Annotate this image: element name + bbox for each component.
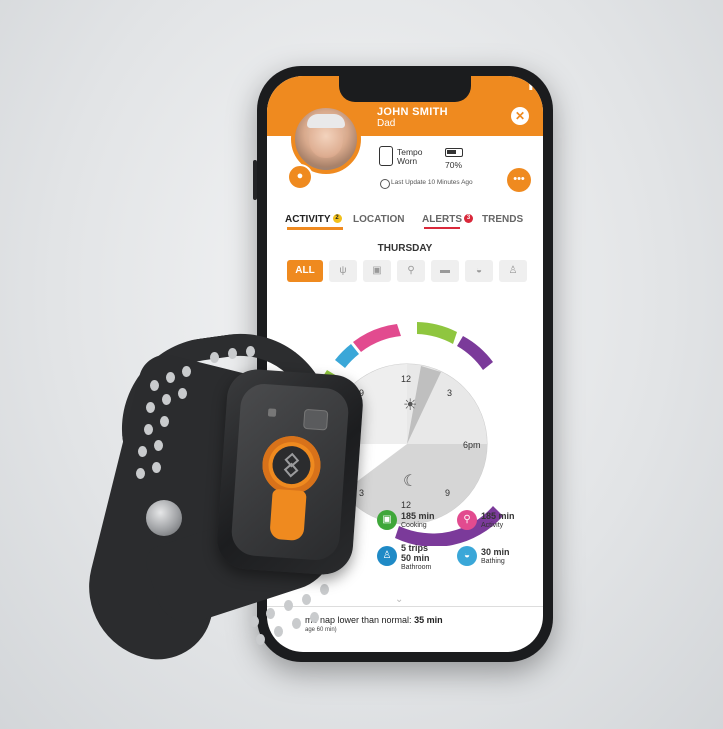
stat-cooking-label: Cooking <box>401 522 427 529</box>
tab-location[interactable]: LOCATION <box>353 214 404 225</box>
dial-segment-sleep-evening <box>457 336 493 370</box>
clock-icon <box>380 179 390 189</box>
chat-icon[interactable]: ••• <box>507 168 531 192</box>
tab-alerts-label: ALERTS <box>422 214 462 225</box>
dial-hour-6pm: 6pm <box>463 440 481 450</box>
dial-hour-12-top: 12 <box>401 374 411 384</box>
tab-activity[interactable]: ACTIVITY 2 <box>285 214 342 225</box>
dial-hour-9-bottom: 9 <box>445 488 450 498</box>
tab-trends[interactable]: TRENDS <box>482 214 523 225</box>
bathroom-icon: ♙ <box>377 546 397 566</box>
dial-hour-12-bottom: 12 <box>401 500 411 510</box>
bathing-icon: ◒ <box>457 546 477 566</box>
profile-name: JOHN SMITH <box>377 106 448 118</box>
filter-bar: ALL ψ ▣ ⚲ ▬ ◒ ♙ <box>281 260 531 284</box>
insight-subtext: age 60 min) <box>305 627 337 633</box>
tab-activity-badge: 2 <box>332 214 342 223</box>
sun-icon: ☀ <box>403 397 417 414</box>
moon-icon: ☾ <box>403 473 417 490</box>
close-icon[interactable]: ✕ <box>511 107 529 125</box>
stat-cooking: 185 min Cooking <box>401 512 435 530</box>
insight-value: 35 min <box>414 615 443 625</box>
stat-cooking-value: 185 min <box>401 511 435 521</box>
activity-icon: ⚲ <box>457 510 477 530</box>
tab-activity-label: ACTIVITY <box>285 214 331 225</box>
filter-sleep-icon[interactable]: ▬ <box>431 260 459 282</box>
tracker-sensor <box>303 408 329 431</box>
tracker-device <box>215 367 365 577</box>
stat-activity-label: Activity <box>481 522 504 529</box>
stat-activity-value: 185 min <box>481 511 515 521</box>
status-icon: ▮ <box>528 82 533 91</box>
stat-bathroom: 5 trips 50 min Bathroom <box>401 544 431 572</box>
stat-bathroom-label: Bathroom <box>401 564 432 571</box>
stat-activity: 185 min Activity <box>481 512 515 530</box>
tab-alerts-underline <box>424 227 460 229</box>
wristband-stud <box>146 500 182 536</box>
dial-segment-bathroom <box>335 344 359 368</box>
stat-bathroom-minutes: 50 min <box>401 553 430 563</box>
phone-notch <box>339 76 471 102</box>
tracker-led <box>267 408 277 417</box>
device-worn: Worn <box>397 156 418 166</box>
stat-bathing-label: Bathing <box>481 558 505 565</box>
tab-activity-underline <box>287 227 343 230</box>
filter-toilet-icon[interactable]: ♙ <box>499 260 527 282</box>
device-status: Tempo Worn <box>397 148 423 166</box>
battery-level: 70% <box>445 160 463 170</box>
insight-text: me nap lower than normal: 35 min <box>305 615 443 625</box>
day-title: THURSDAY <box>377 243 433 254</box>
dial-segment-cooking <box>417 322 457 344</box>
filter-bathing-icon[interactable]: ◒ <box>465 260 493 282</box>
stat-bathroom-trips: 5 trips <box>401 543 429 553</box>
filter-cooking-icon[interactable]: ▣ <box>363 260 391 282</box>
filter-all-button[interactable]: ALL <box>287 260 323 282</box>
chevron-down-icon[interactable]: ⌄ <box>395 594 403 605</box>
stat-bathing-value: 30 min <box>481 547 510 557</box>
cooking-icon: ▣ <box>377 510 397 530</box>
tab-location-label: LOCATION <box>353 214 405 225</box>
tracker-orange-tab <box>269 488 307 542</box>
tab-trends-label: TRENDS <box>482 214 524 225</box>
location-pin-icon[interactable]: ● <box>287 164 313 190</box>
avatar-hair <box>307 114 345 128</box>
stat-bathing: 30 min Bathing <box>481 548 510 566</box>
dial-hour-3-top: 3 <box>447 388 452 398</box>
dial-hour-3-bottom: 3 <box>359 488 364 498</box>
tab-alerts-badge: 3 <box>464 214 473 223</box>
profile-relation: Dad <box>377 118 396 129</box>
brand-logo-icon <box>283 452 300 478</box>
insight-note: me nap lower than normal: 35 min age 60 … <box>267 606 543 633</box>
watch-icon <box>379 146 393 166</box>
filter-meal-icon[interactable]: ψ <box>329 260 357 282</box>
insight-label: me nap lower than normal: <box>305 615 412 625</box>
last-update: Last Update 10 Minutes Ago <box>391 179 473 186</box>
battery-icon <box>445 148 463 157</box>
filter-activity-icon[interactable]: ⚲ <box>397 260 425 282</box>
dial-segment-activity <box>353 324 401 352</box>
tracker-face <box>230 382 350 562</box>
tab-alerts[interactable]: ALERTS 3 <box>422 214 473 225</box>
